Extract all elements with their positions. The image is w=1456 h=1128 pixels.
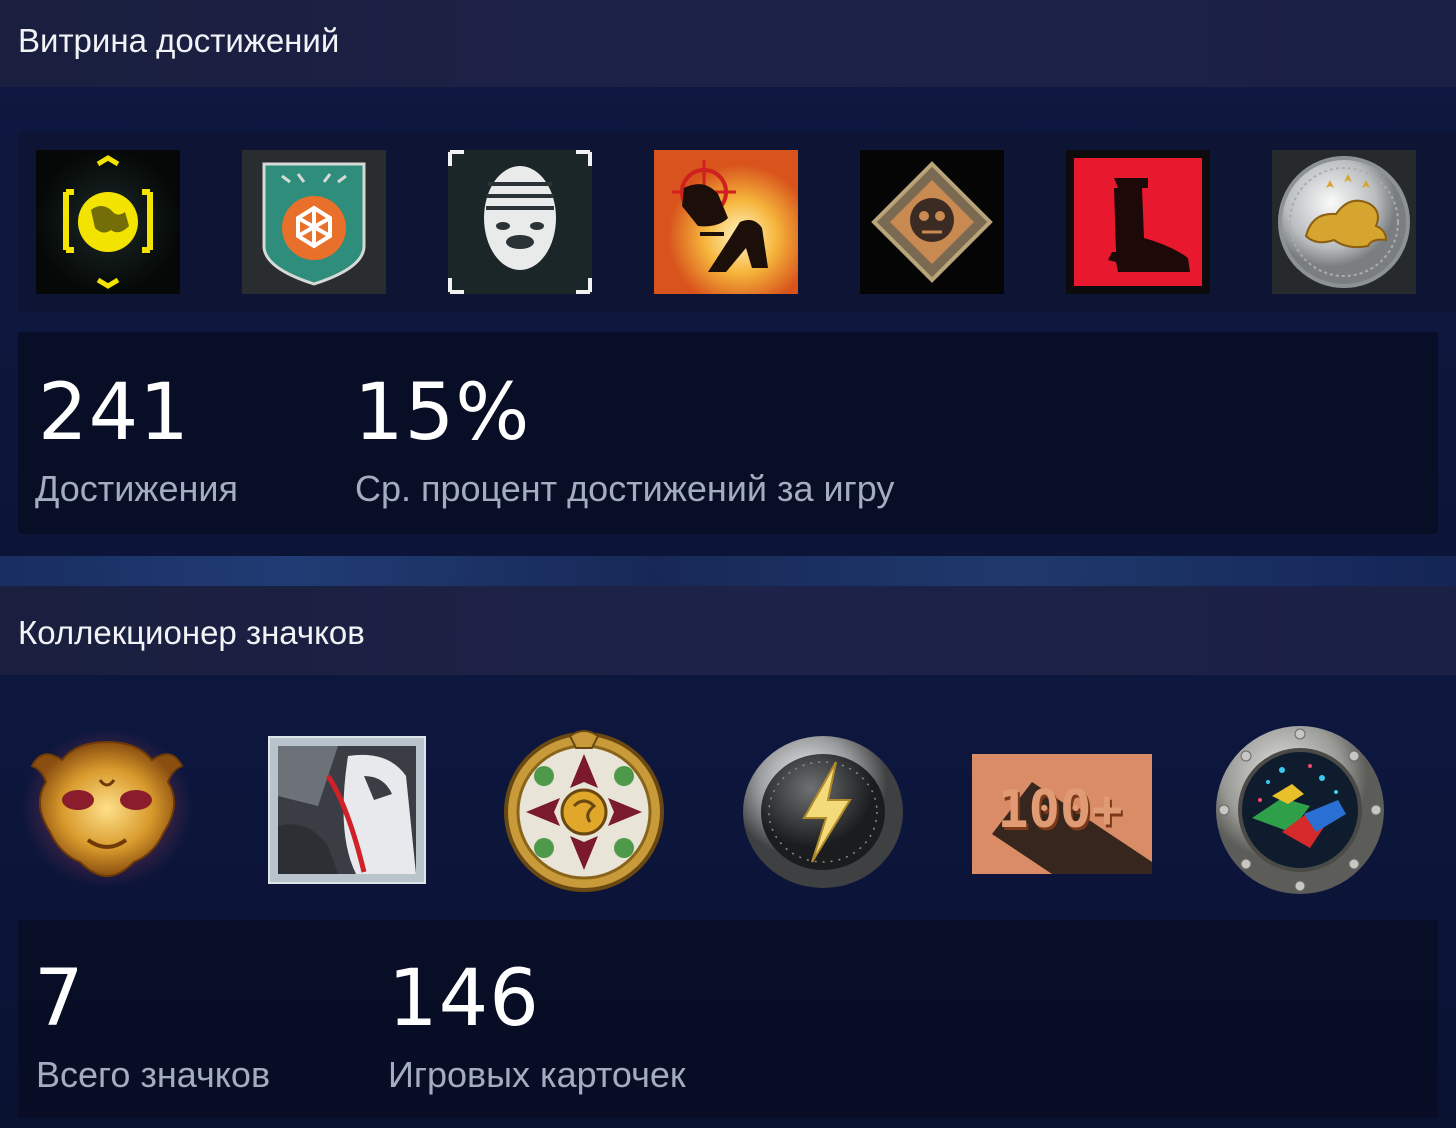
clown-mask-achievement-icon[interactable]	[448, 150, 592, 294]
badge-collector-title: Коллекционер значков	[18, 614, 365, 651]
badge-total-label: Всего значков	[36, 1054, 271, 1095]
achievement-count-label: Достижения	[35, 468, 238, 509]
achievement-count-value: 241	[38, 368, 190, 458]
sniper-crosshair-achievement-icon[interactable]	[654, 150, 798, 294]
badge-stats-panel: 7 Всего значков 146 Игровых карточек	[18, 920, 1438, 1118]
game-cards-label: Игровых карточек	[388, 1054, 686, 1095]
porthole-gems-badge-icon[interactable]	[1212, 722, 1388, 898]
achievement-percent-label: Ср. процент достижений за игру	[355, 468, 895, 509]
badge-collector-header: Коллекционер значков	[0, 586, 1456, 675]
background-divider-strip	[0, 556, 1456, 586]
achievement-showcase-section: Витрина достижений 241 Достижения 15% Ср…	[0, 0, 1456, 556]
pirate-skull-emblem-achievement-icon[interactable]	[860, 150, 1004, 294]
100-plus-badge-icon[interactable]: 100+ 100+	[972, 754, 1152, 874]
achievement-showcase-title: Витрина достижений	[18, 22, 340, 59]
lightning-coin-badge-icon[interactable]	[740, 732, 906, 892]
ornate-floral-medallion-badge-icon[interactable]	[500, 724, 668, 894]
armor-knight-badge-icon[interactable]	[268, 736, 426, 884]
100-plus-badge-text-highlight: 100+	[997, 780, 1122, 840]
game-cards-value: 146	[388, 954, 540, 1044]
badge-collector-section: Коллекционер значков 100+ 100+ 7 Всего з…	[0, 586, 1456, 1128]
globe-target-achievement-icon[interactable]	[36, 150, 180, 294]
achievement-stats-panel: 241 Достижения 15% Ср. процент достижени…	[18, 332, 1438, 534]
achievement-showcase-header: Витрина достижений	[0, 0, 1456, 87]
achievement-icons-row	[18, 132, 1456, 312]
red-boot-achievement-icon[interactable]	[1066, 150, 1210, 294]
shield-emblem-achievement-icon[interactable]	[242, 150, 386, 294]
badge-total-value: 7	[34, 954, 85, 1044]
silver-lion-coin-achievement-icon[interactable]	[1272, 150, 1416, 294]
achievement-percent-value: 15%	[354, 368, 531, 458]
golden-mask-badge-icon[interactable]	[18, 720, 196, 896]
